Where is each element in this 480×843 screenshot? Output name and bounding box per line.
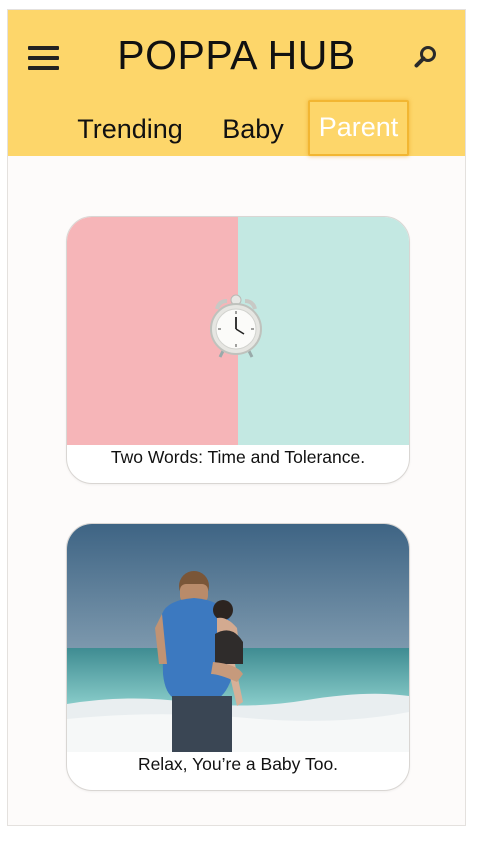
article-card[interactable]: Relax, You’re a Baby Too. [66, 523, 410, 791]
header-bar: POPPA HUB Trending Baby Parent [8, 10, 465, 156]
alarm-clock-image [67, 217, 409, 445]
tab-baby[interactable]: Baby [212, 102, 294, 154]
app-frame: POPPA HUB Trending Baby Parent Two Words… [7, 9, 466, 826]
app-title: POPPA HUB [117, 32, 356, 78]
article-card[interactable]: Two Words: Time and Tolerance. [66, 216, 410, 484]
father-child-beach-image [67, 524, 409, 752]
card-caption: Relax, You’re a Baby Too. [137, 754, 339, 774]
search-icon[interactable] [413, 44, 439, 70]
card-caption: Two Words: Time and Tolerance. [110, 447, 366, 467]
tab-bar: Trending Baby Parent [8, 100, 465, 156]
tab-parent[interactable]: Parent [308, 100, 409, 156]
tab-trending[interactable]: Trending [70, 102, 190, 154]
